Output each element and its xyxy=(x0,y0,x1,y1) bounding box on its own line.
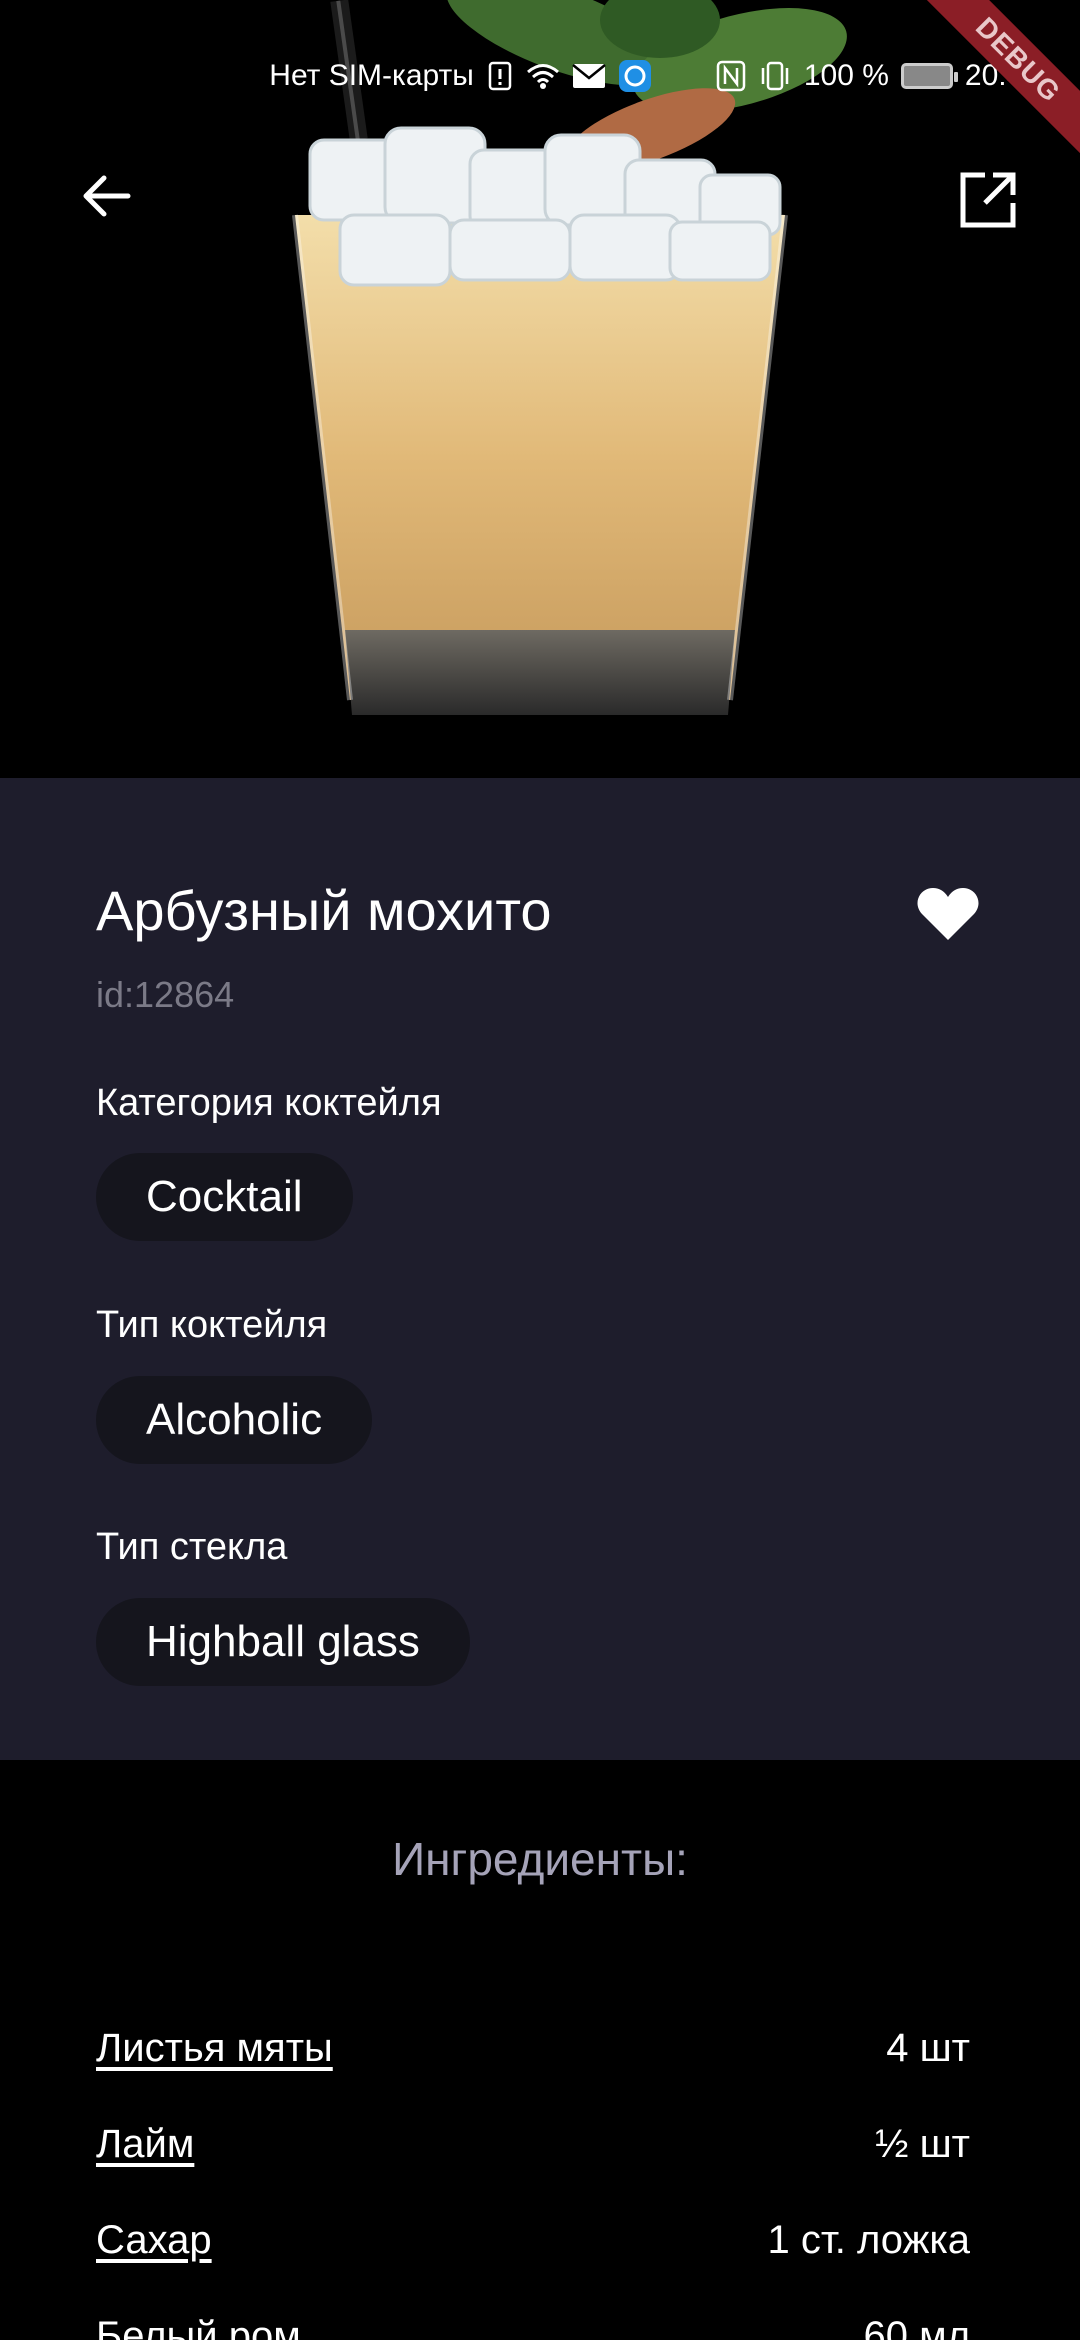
app-icon xyxy=(618,60,652,92)
type-label: Тип коктейля xyxy=(96,1304,328,1346)
battery-icon xyxy=(900,60,958,92)
nfc-icon xyxy=(716,60,746,92)
ingredient-link[interactable]: Листья мяты xyxy=(96,2026,333,2071)
heart-icon xyxy=(917,888,979,940)
ingredient-row: Сахар 1 ст. ложка xyxy=(96,2192,970,2288)
drink-detail-screen: Нет SIM-карты 100 % 20:41 xyxy=(0,0,1080,2340)
ingredient-amount: 1 ст. ложка xyxy=(767,2217,970,2262)
open-in-new-icon xyxy=(960,172,1016,228)
glass-chip: Highball glass xyxy=(96,1598,470,1686)
vibrate-icon xyxy=(758,60,792,92)
ingredient-amount: ½ шт xyxy=(875,2121,970,2166)
cocktail-photo: Нет SIM-карты 100 % 20:41 xyxy=(0,0,1080,778)
carrier-text: Нет SIM-карты xyxy=(269,59,474,92)
sim-warning-icon xyxy=(486,60,514,92)
ingredient-list: Листья мяты 4 шт Лайм ½ шт Сахар 1 ст. л… xyxy=(96,2000,970,2340)
drink-info-panel: Арбузный мохито id:12864 Категория кокте… xyxy=(0,778,1080,1760)
cocktail-illustration xyxy=(0,0,1080,778)
category-chip: Cocktail xyxy=(96,1153,353,1241)
ingredients-heading: Ингредиенты: xyxy=(392,1833,688,1885)
ingredient-row: Белый ром 60 мл xyxy=(96,2288,970,2340)
status-bar: Нет SIM-карты 100 % 20:41 xyxy=(0,52,1080,100)
open-external-button[interactable] xyxy=(948,160,1028,240)
wifi-icon xyxy=(526,60,560,92)
battery-percent: 100 % xyxy=(803,59,889,92)
ingredient-link[interactable]: Белый ром xyxy=(96,2314,301,2340)
glass-label: Тип стекла xyxy=(96,1526,288,1568)
ingredient-link[interactable]: Сахар xyxy=(96,2218,212,2263)
type-chip: Alcoholic xyxy=(96,1376,373,1464)
mail-icon xyxy=(572,60,606,92)
ingredient-amount: 60 мл xyxy=(863,2313,970,2340)
drink-id: id:12864 xyxy=(96,974,235,1015)
ingredient-row: Листья мяты 4 шт xyxy=(96,2000,970,2096)
category-label: Категория коктейля xyxy=(96,1082,442,1124)
ingredient-amount: 4 шт xyxy=(886,2025,970,2070)
back-button[interactable] xyxy=(70,160,142,232)
drink-title: Арбузный мохито xyxy=(96,879,552,942)
favorite-button[interactable] xyxy=(912,882,984,946)
arrow-back-icon xyxy=(83,175,131,217)
ingredient-row: Лайм ½ шт xyxy=(96,2096,970,2192)
ingredient-link[interactable]: Лайм xyxy=(96,2122,194,2167)
